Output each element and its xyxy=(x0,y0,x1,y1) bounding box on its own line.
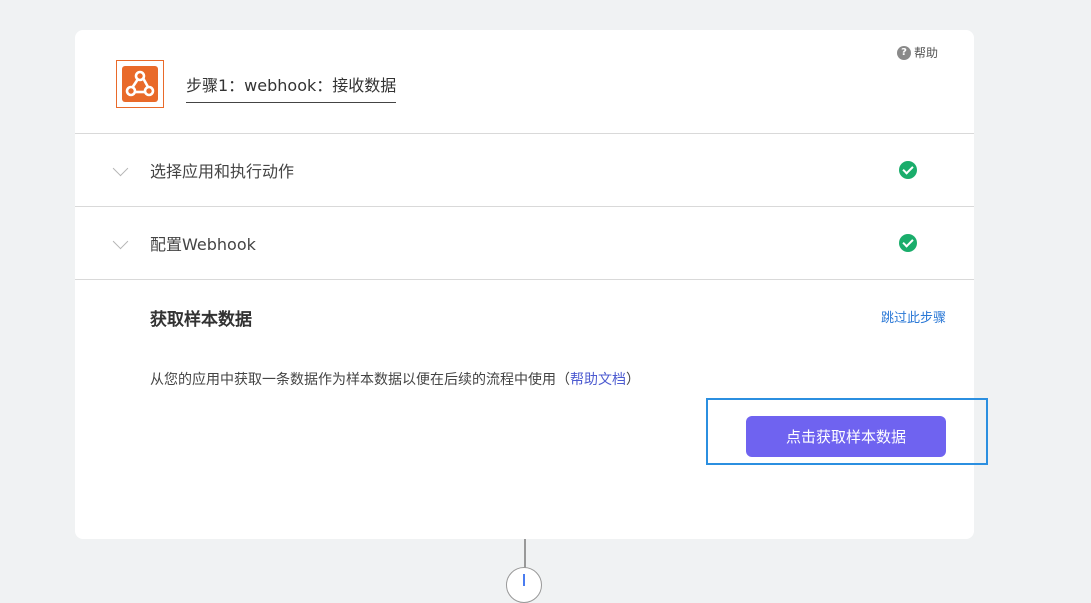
check-circle-icon xyxy=(899,161,917,179)
step-title[interactable]: 步骤1：webhook：接收数据 xyxy=(186,72,397,103)
section-select-app[interactable]: 选择应用和执行动作 xyxy=(75,134,974,206)
step-header: 步骤1：webhook：接收数据 xyxy=(116,60,397,108)
section-label: 选择应用和执行动作 xyxy=(150,162,295,181)
skip-step-link[interactable]: 跳过此步骤 xyxy=(881,307,946,326)
flow-connector xyxy=(524,539,526,569)
help-label: 帮助 xyxy=(913,46,938,60)
sample-description: 从您的应用中获取一条数据作为样本数据以便在后续的流程中使用（帮助文档） xyxy=(150,369,640,389)
paren-close: ） xyxy=(626,372,640,388)
fetch-sample-data-button[interactable]: 点击获取样本数据 xyxy=(746,416,946,457)
description-text: 从您的应用中获取一条数据作为样本数据以便在后续的流程中使用 xyxy=(150,372,556,388)
help-doc-link[interactable]: 帮助文档 xyxy=(570,372,626,388)
chevron-down-icon xyxy=(112,233,129,250)
section-label: 配置Webhook xyxy=(150,235,256,254)
section-configure-webhook[interactable]: 配置Webhook xyxy=(75,207,974,279)
paren-open: （ xyxy=(556,372,570,388)
webhook-icon xyxy=(116,60,164,108)
question-circle-icon: ? xyxy=(896,45,911,60)
check-circle-icon xyxy=(899,234,917,252)
help-link[interactable]: ? 帮助 xyxy=(896,44,938,61)
chevron-down-icon xyxy=(112,160,129,177)
divider xyxy=(75,279,974,280)
sample-data-title: 获取样本数据 xyxy=(150,310,252,330)
add-step-icon[interactable] xyxy=(506,567,542,603)
